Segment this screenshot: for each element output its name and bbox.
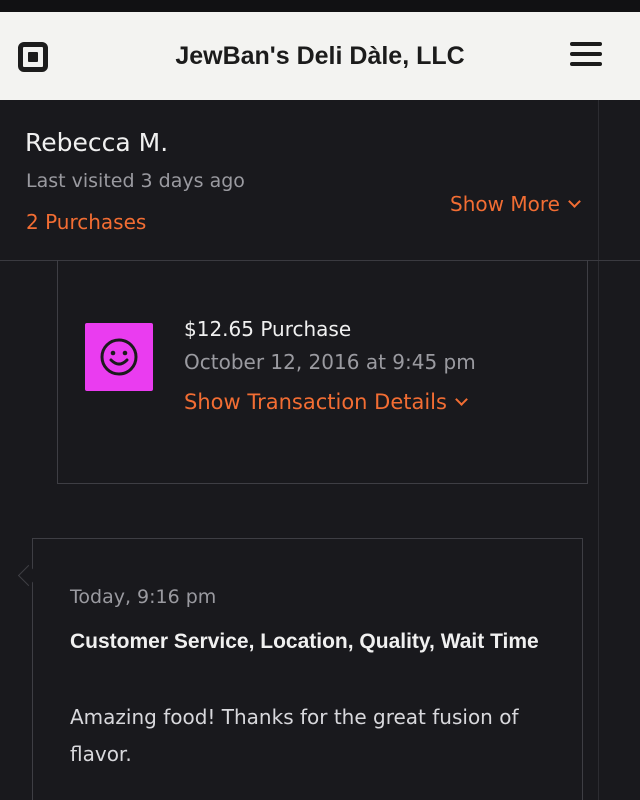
show-more-label: Show More <box>450 192 560 216</box>
purchase-amount: $12.65 Purchase <box>184 317 352 341</box>
customer-name: Rebecca M. <box>25 128 169 157</box>
chevron-down-icon <box>568 195 581 208</box>
customer-profile-screen: JewBan's Deli Dàle, LLC Rebecca M. Last … <box>0 0 640 800</box>
show-transaction-details-button[interactable]: Show Transaction Details <box>184 390 468 414</box>
feedback-tags: Customer Service, Location, Quality, Wai… <box>70 630 539 653</box>
smiley-icon <box>85 323 153 391</box>
square-logo-icon[interactable] <box>18 42 48 72</box>
page-edge-divider <box>598 100 640 800</box>
chevron-down-icon <box>455 393 468 406</box>
purchase-date: October 12, 2016 at 9:45 pm <box>184 350 476 374</box>
app-header: JewBan's Deli Dàle, LLC <box>0 12 640 100</box>
hamburger-menu-icon[interactable] <box>570 42 602 66</box>
device-bezel <box>0 0 640 12</box>
feedback-timestamp: Today, 9:16 pm <box>70 586 217 608</box>
feedback-comment: Amazing food! Thanks for the great fusio… <box>70 705 519 766</box>
business-name-title: JewBan's Deli Dàle, LLC <box>175 42 465 70</box>
last-visited-text: Last visited 3 days ago <box>26 170 245 192</box>
transaction-details-label: Show Transaction Details <box>184 390 447 414</box>
show-more-button[interactable]: Show More <box>450 192 581 216</box>
purchases-link[interactable]: 2 Purchases <box>26 210 146 234</box>
